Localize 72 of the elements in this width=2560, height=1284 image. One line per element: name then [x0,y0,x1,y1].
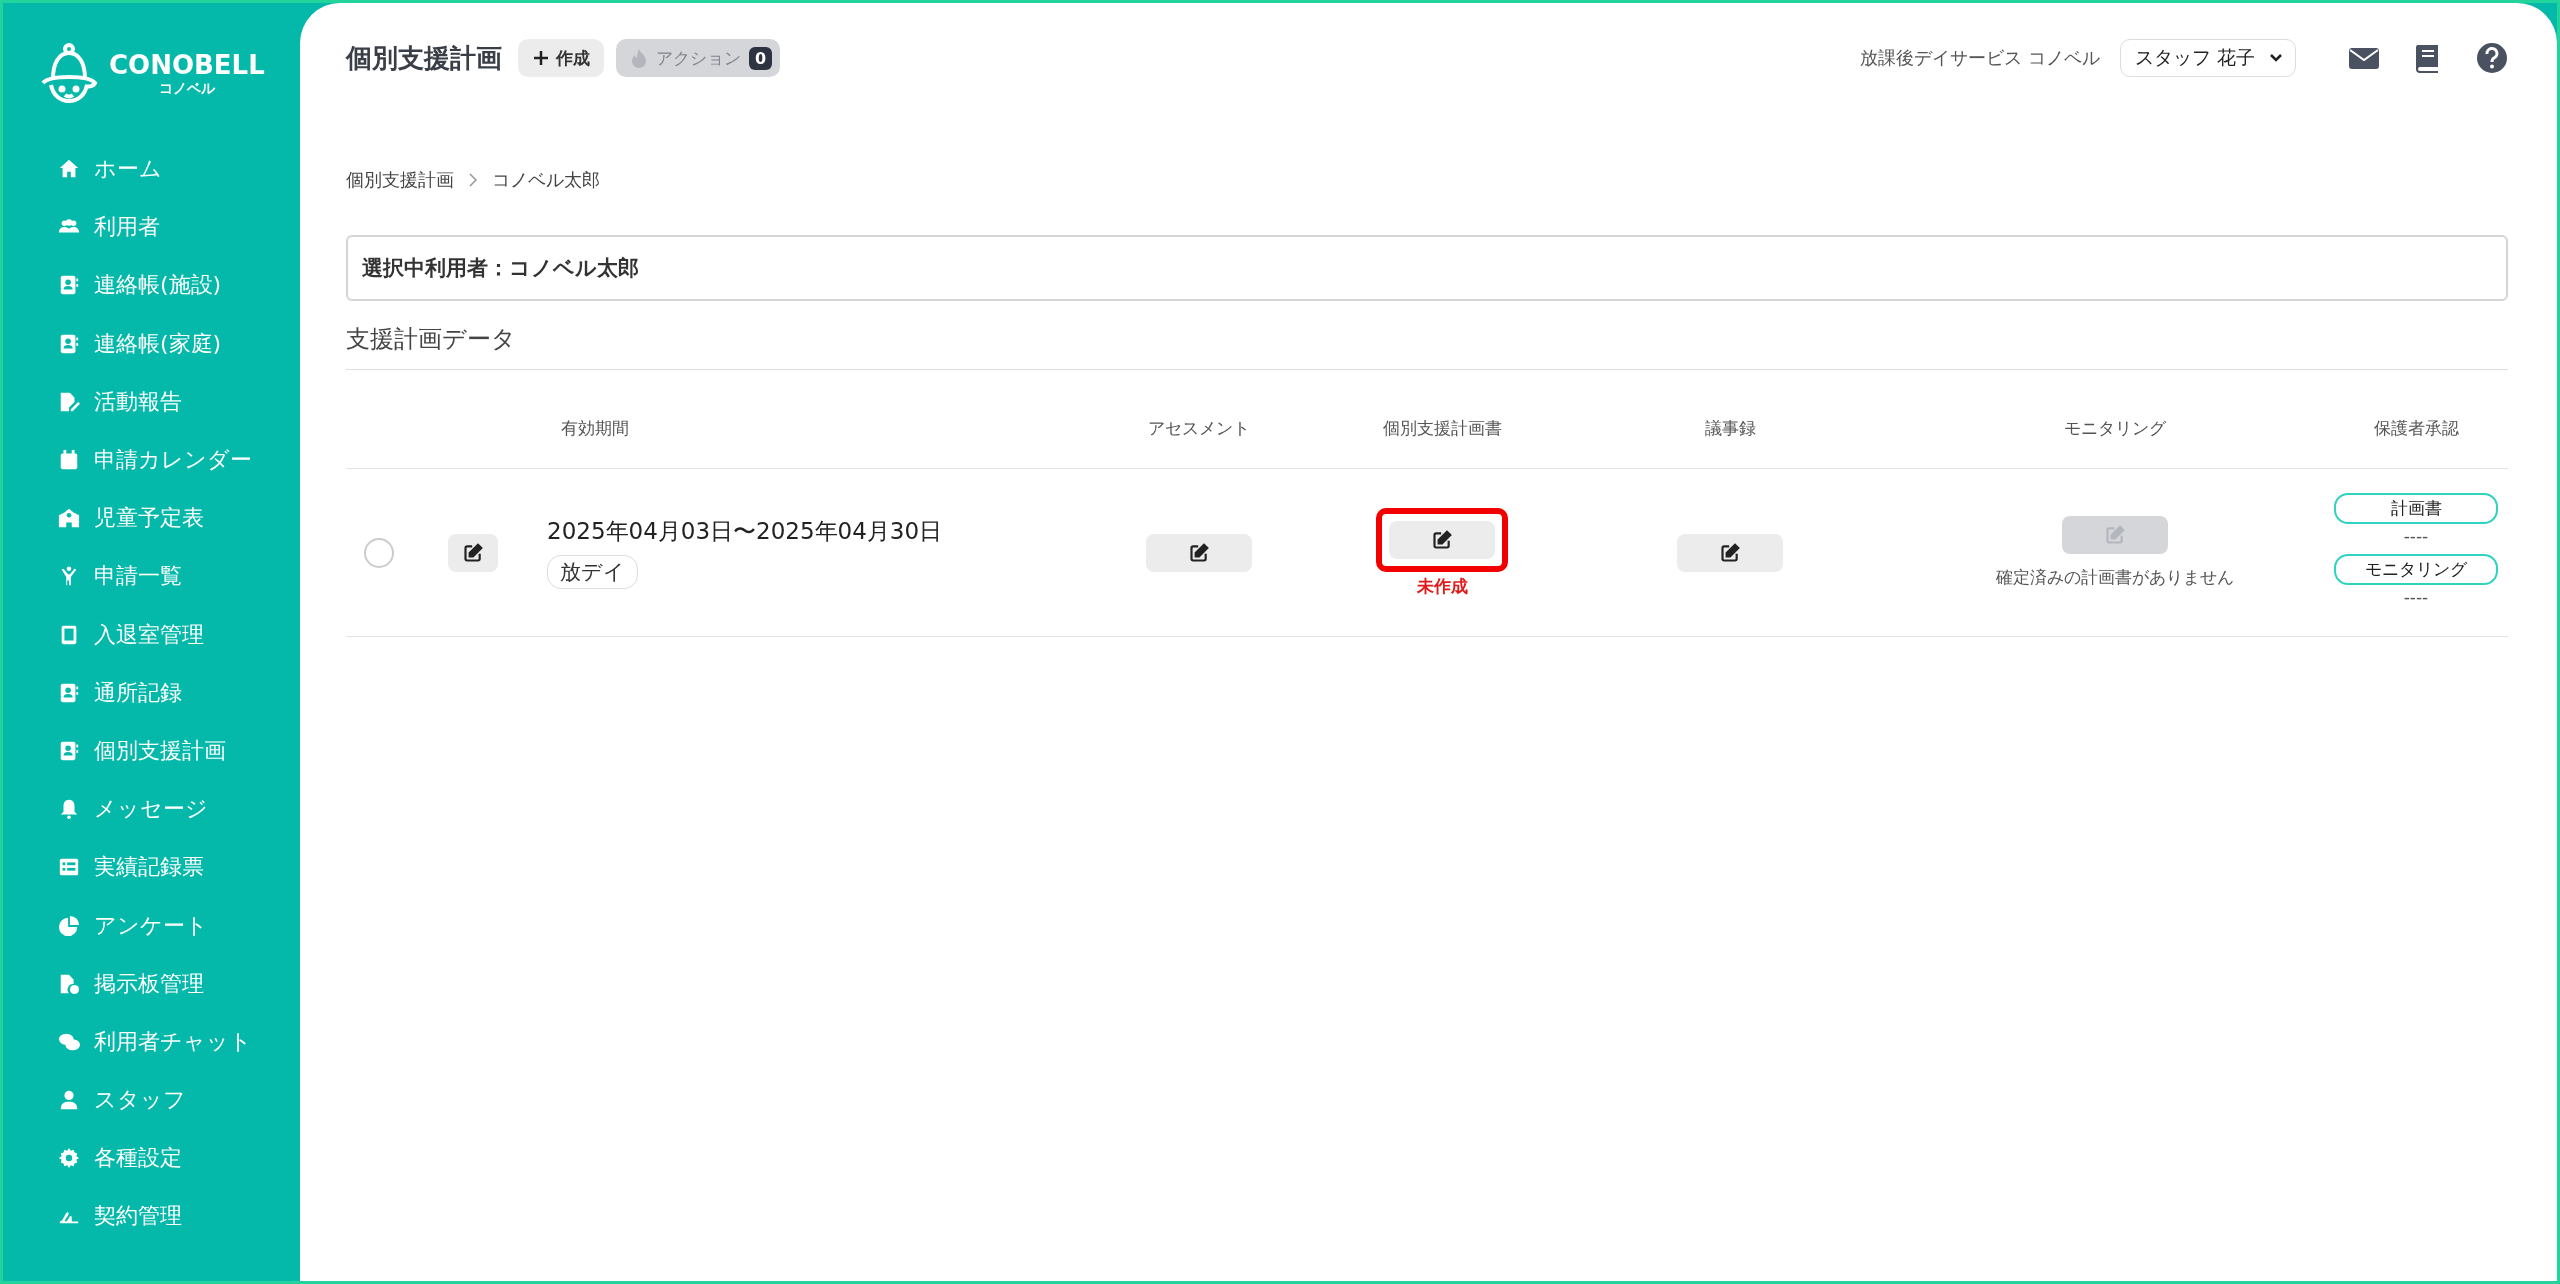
edit-icon [1720,542,1740,563]
staff-select[interactable]: スタッフ 花子 [2119,39,2296,77]
edit-button[interactable] [447,533,498,572]
sidebar-item-icon [58,681,80,704]
approval-tag: モニタリング [2334,553,2498,585]
sidebar-item[interactable]: スタッフ [58,1071,300,1130]
chevron-right-icon [468,172,478,188]
sidebar-item-icon [58,798,80,821]
help-icon[interactable] [2476,42,2508,74]
plus-icon [532,49,550,67]
logo-wordmark: CONOBELL [109,50,265,80]
sidebar-item[interactable]: 児童予定表 [58,489,300,548]
sidebar-item-icon [58,390,80,413]
breadcrumb-current: コノベル太郎 [492,168,600,192]
edit-button[interactable] [1677,533,1783,572]
status-text: 未作成 [1416,574,1468,598]
approval-value: ---- [2403,586,2429,607]
section-title: 支援計画データ [346,323,2508,370]
sidebar-item-icon [58,1147,80,1170]
sidebar-item[interactable]: ホーム [58,140,300,199]
sidebar-item[interactable]: 利用者 [58,198,300,257]
edit-icon [462,542,483,563]
period-text: 2025年04月03日〜2025年04月30日 [547,517,943,546]
sidebar-item[interactable]: 個別支援計画 [58,721,300,781]
selected-user-bar: 選択中利用者：コノベル太郎 [346,235,2508,301]
column-header: 保護者承認 [2372,416,2460,440]
edit-icon [1432,529,1452,550]
create-button[interactable]: 作成 [518,39,604,77]
approval-tag: 計画書 [2334,492,2498,524]
sidebar-item[interactable]: 各種設定 [58,1129,300,1188]
column-header: 個別支援計画書 [1381,416,1503,440]
edit-button[interactable] [1146,533,1252,572]
approval-value: ---- [2403,525,2429,546]
column-header: モニタリング [2063,416,2167,440]
sidebar-item-icon [58,914,80,937]
edit-icon [1189,542,1209,563]
sidebar-item[interactable]: アンケート [58,896,300,955]
edit-button[interactable] [1389,520,1495,559]
sidebar-item[interactable]: 通所記録 [58,663,300,722]
column-header: 議事録 [1703,416,1757,440]
breadcrumb-link[interactable]: 個別支援計画 [346,168,454,192]
facility-name: 放課後デイサービス コノベル [1860,46,2100,70]
sidebar-item[interactable]: 活動報告 [58,372,300,431]
monitoring-note: 確定済みの計画書がありません [1996,566,2234,589]
sidebar-item[interactable]: 入退室管理 [58,605,300,664]
column-header: 有効期間 [560,416,630,440]
logo-subtitle: コノベル [158,80,215,98]
sidebar-item-icon [58,449,80,472]
column-header: アセスメント [1147,416,1251,440]
sidebar-item[interactable]: 実績記録票 [58,838,300,897]
chevron-down-icon [2269,53,2283,63]
row-checkbox[interactable] [364,537,394,568]
service-tag: 放デイ [547,555,638,589]
sidebar-item[interactable]: 連絡帳(家庭) [58,314,300,373]
sidebar-item-icon [58,332,80,355]
edit-icon [2105,525,2125,545]
sidebar-item-icon [58,274,80,297]
sidebar-item[interactable]: 利用者チャット [58,1012,300,1071]
flame-icon [630,48,648,68]
sidebar-item[interactable]: メッセージ [58,780,300,839]
sidebar-item[interactable]: 申請一覧 [58,547,300,606]
sidebar-item-icon [58,739,80,762]
sidebar-item-icon [58,972,80,995]
sidebar-item[interactable]: 契約管理 [58,1187,300,1246]
page-title: 個別支援計画 [346,41,502,75]
sidebar-item[interactable]: 申請カレンダー [58,430,300,490]
action-count-badge: 0 [749,46,773,70]
sidebar-item-icon [58,507,80,530]
sidebar-item[interactable]: 連絡帳(施設) [58,256,300,315]
sidebar-item-icon [58,1089,80,1112]
sidebar-item[interactable]: 掲示板管理 [58,954,300,1013]
bell-logo-icon [39,43,99,105]
